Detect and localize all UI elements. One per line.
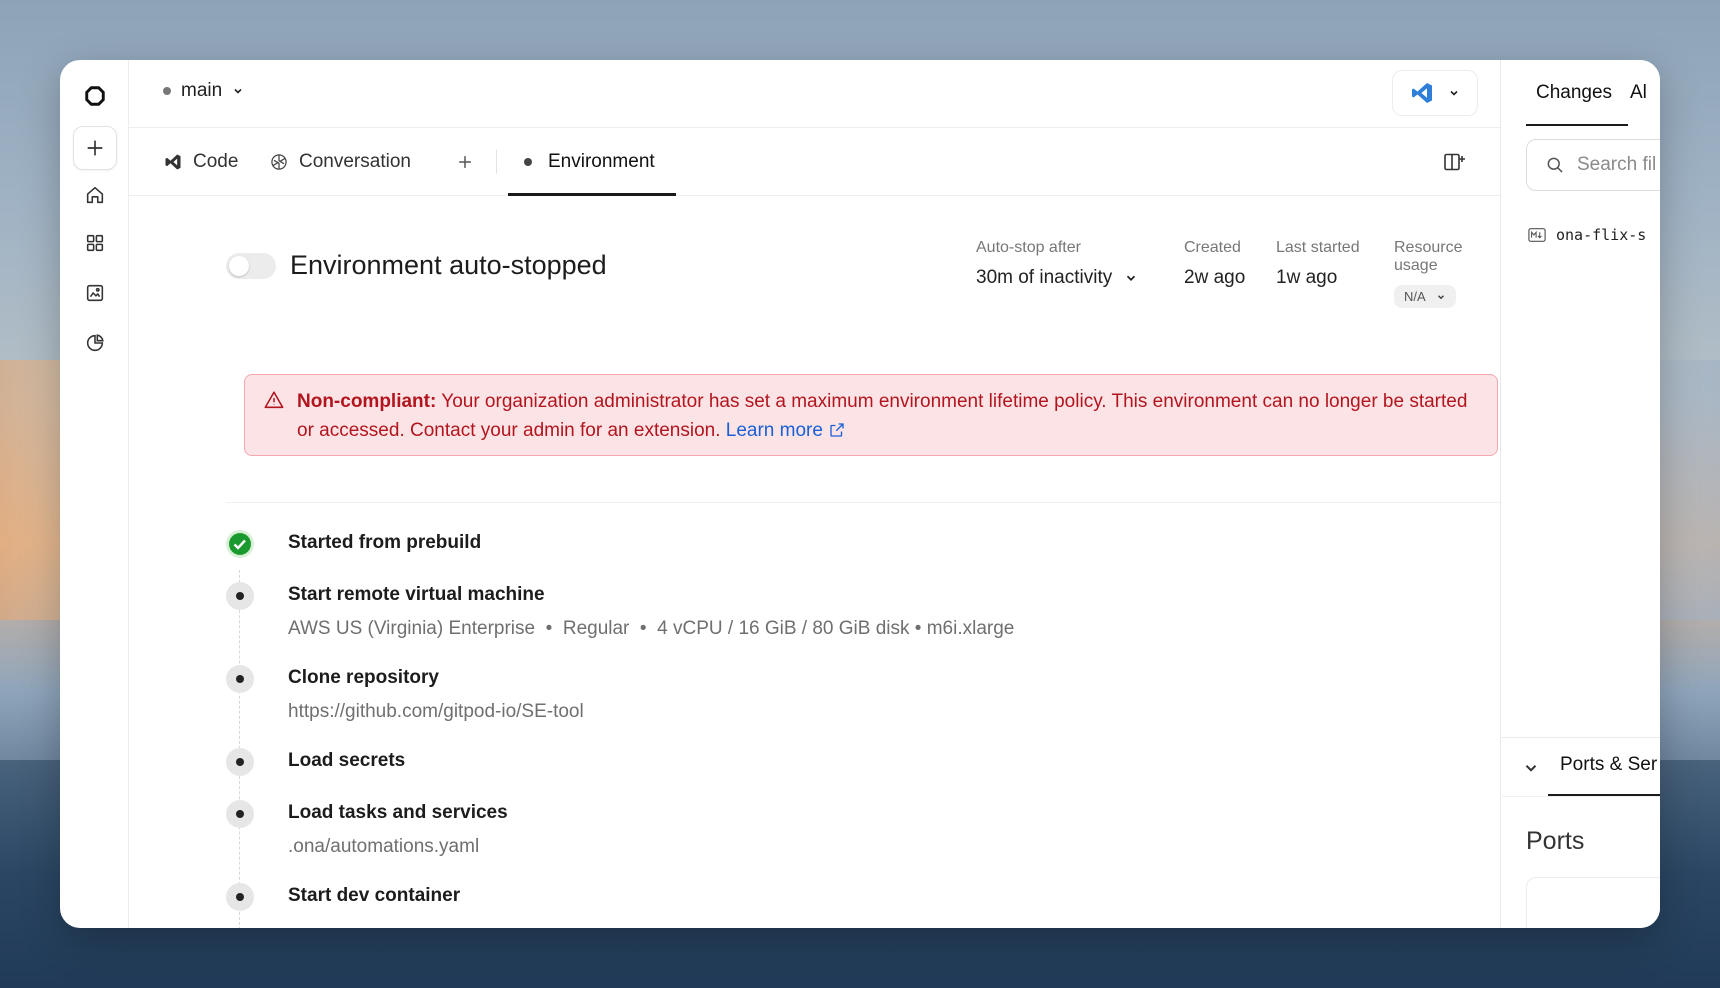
section-divider bbox=[226, 502, 1516, 503]
step-title: Load tasks and services bbox=[288, 802, 508, 823]
last-started-label: Last started bbox=[1276, 239, 1360, 256]
step-pending-icon bbox=[226, 883, 254, 911]
branch-selector[interactable]: main bbox=[163, 80, 244, 102]
tab-code-label: Code bbox=[193, 151, 239, 172]
resource-usage-label: Resource usage bbox=[1394, 239, 1463, 274]
step-pending-icon bbox=[226, 665, 254, 693]
tab-environment-label: Environment bbox=[548, 151, 655, 172]
step-pending-icon bbox=[226, 748, 254, 776]
learn-more-label: Learn more bbox=[725, 420, 823, 441]
tab-all[interactable]: Al bbox=[1630, 82, 1647, 104]
step-title: Load secrets bbox=[288, 750, 406, 771]
active-tab-indicator bbox=[508, 193, 676, 196]
resource-usage-value: N/A bbox=[1404, 289, 1426, 304]
created-meta: Created 2w ago bbox=[1184, 239, 1245, 289]
autostop-value: 30m of inactivity bbox=[976, 267, 1113, 288]
created-value: 2w ago bbox=[1184, 267, 1246, 288]
step-detail: https://github.com/gitpod-io/SE-tool bbox=[288, 701, 584, 722]
insights-button[interactable] bbox=[73, 271, 117, 315]
new-environment-button[interactable] bbox=[73, 126, 117, 170]
compliance-alert: Non-compliant: Your organization adminis… bbox=[244, 374, 1498, 456]
environment-dot-icon bbox=[524, 158, 532, 166]
plus-icon bbox=[87, 140, 103, 156]
resource-usage-meta: Resource usage N/A bbox=[1394, 239, 1500, 308]
file-search-input[interactable]: Search fil bbox=[1526, 139, 1660, 191]
code-editor-icon bbox=[165, 154, 181, 170]
chevron-down-icon bbox=[1127, 275, 1136, 281]
main-panel: main Code Conversation Environment Envir… bbox=[129, 60, 1516, 928]
markdown-file-icon bbox=[1528, 228, 1546, 242]
step-title: Start dev container bbox=[288, 885, 461, 906]
ports-heading: Ports bbox=[1526, 827, 1585, 855]
autostop-select[interactable]: 30m of inactivity bbox=[976, 267, 1138, 289]
step-title: Start remote virtual machine bbox=[288, 584, 545, 605]
grid-icon bbox=[86, 234, 104, 252]
external-link-icon bbox=[830, 423, 844, 437]
step-title: Started from prebuild bbox=[288, 532, 482, 553]
usage-button[interactable] bbox=[73, 321, 117, 365]
step-detail: .ona/automations.yaml bbox=[288, 836, 480, 857]
chevron-down-icon bbox=[1450, 90, 1458, 96]
openai-icon bbox=[271, 154, 287, 170]
step-complete-icon bbox=[226, 530, 254, 558]
open-in-editor-button[interactable] bbox=[1392, 70, 1478, 116]
last-started-meta: Last started 1w ago bbox=[1276, 239, 1360, 289]
tab-conversation[interactable]: Conversation bbox=[269, 128, 411, 196]
add-tab-button[interactable] bbox=[455, 128, 475, 196]
changed-file-name: ona-flix-s bbox=[1556, 226, 1647, 244]
left-rail bbox=[60, 60, 129, 928]
autostop-meta: Auto-stop after 30m of inactivity bbox=[976, 239, 1138, 289]
last-started-value: 1w ago bbox=[1276, 267, 1338, 288]
plus-icon bbox=[459, 156, 471, 168]
changed-file-item[interactable]: ona-flix-s bbox=[1528, 226, 1646, 244]
branch-name: main bbox=[181, 80, 223, 101]
step-title: Clone repository bbox=[288, 667, 439, 688]
alert-strong-text: Non-compliant: bbox=[297, 391, 437, 412]
tab-ports-services[interactable]: Ports & Ser bbox=[1560, 754, 1657, 776]
tab-changes[interactable]: Changes bbox=[1536, 82, 1612, 104]
app-window: main Code Conversation Environment Envir… bbox=[60, 60, 1660, 928]
tab-code[interactable]: Code bbox=[163, 128, 238, 196]
image-edit-icon bbox=[86, 284, 104, 302]
active-tab-indicator bbox=[1526, 124, 1628, 126]
vscode-icon bbox=[1412, 83, 1432, 103]
chevron-down-icon bbox=[1437, 294, 1444, 299]
logo-icon[interactable] bbox=[73, 74, 117, 118]
pie-chart-icon bbox=[86, 334, 104, 352]
home-icon bbox=[86, 186, 104, 204]
autostop-label: Auto-stop after bbox=[976, 239, 1081, 256]
tab-environment[interactable]: Environment bbox=[508, 128, 676, 196]
chevron-down-icon bbox=[234, 88, 242, 94]
step-pending-icon bbox=[226, 582, 254, 610]
environment-status-title: Environment auto-stopped bbox=[290, 250, 607, 280]
ports-card bbox=[1526, 877, 1660, 928]
active-tab-indicator bbox=[1548, 794, 1660, 796]
branch-bar: main bbox=[129, 60, 1500, 128]
learn-more-link[interactable]: Learn more bbox=[726, 420, 846, 441]
ports-services-header: Ports & Ser bbox=[1502, 737, 1660, 797]
warning-icon bbox=[264, 391, 284, 409]
chevron-down-icon[interactable] bbox=[1522, 759, 1540, 777]
search-icon bbox=[1547, 157, 1563, 173]
environment-power-toggle[interactable] bbox=[226, 253, 276, 279]
search-placeholder: Search fil bbox=[1577, 154, 1657, 175]
alert-message: Your organization administrator has set … bbox=[297, 391, 1468, 441]
toggle-side-panel-button[interactable] bbox=[1442, 150, 1466, 179]
panel-add-icon bbox=[1444, 153, 1465, 171]
step-pending-icon bbox=[226, 800, 254, 828]
tab-conversation-label: Conversation bbox=[299, 151, 411, 172]
right-panel-tabs: Changes Al bbox=[1502, 60, 1660, 128]
step-detail: AWS US (Virginia) Enterprise • Regular •… bbox=[288, 618, 1015, 639]
home-button[interactable] bbox=[73, 173, 117, 217]
right-panel: Changes Al Search fil ona-flix-s Ports &… bbox=[1502, 60, 1660, 928]
projects-button[interactable] bbox=[73, 221, 117, 265]
tab-separator bbox=[496, 150, 497, 174]
resource-usage-select[interactable]: N/A bbox=[1394, 285, 1456, 308]
tab-bar: Code Conversation Environment bbox=[129, 128, 1500, 196]
branch-dot-icon bbox=[163, 87, 171, 95]
created-label: Created bbox=[1184, 239, 1241, 256]
